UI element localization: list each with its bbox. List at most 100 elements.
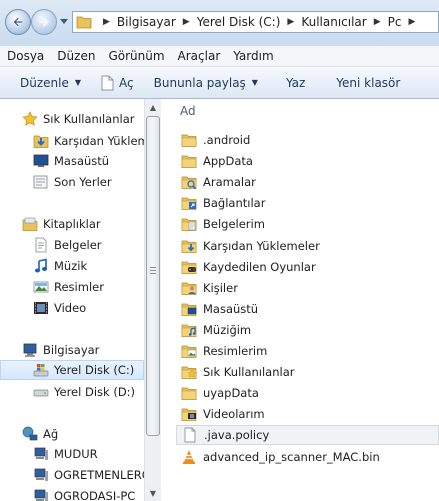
nav-item-documents[interactable]: Belgeler bbox=[0, 235, 144, 255]
file-list-item[interactable]: Aramalar bbox=[176, 172, 439, 192]
network-computer-icon bbox=[34, 489, 48, 501]
back-arrow-icon bbox=[12, 17, 24, 27]
pictures-icon bbox=[33, 281, 49, 293]
breadcrumb-user[interactable]: Pc bbox=[388, 15, 402, 29]
burn-button[interactable]: Yaz bbox=[286, 76, 305, 90]
column-header-label: Ad bbox=[180, 104, 196, 118]
forward-arrow-icon bbox=[38, 17, 50, 27]
libraries-icon bbox=[22, 217, 38, 231]
nav-item-music[interactable]: Müzik bbox=[0, 256, 144, 276]
nav-item-label: Karşıdan Yüklem bbox=[54, 134, 144, 148]
menu-edit[interactable]: Düzen bbox=[50, 49, 101, 63]
nav-item-label: Yerel Disk (C:) bbox=[54, 363, 135, 377]
nav-item-downloads[interactable]: Karşıdan Yüklem bbox=[0, 131, 144, 151]
file-list-item[interactable]: Bağlantılar bbox=[176, 193, 439, 213]
file-name: Kaydedilen Oyunlar bbox=[203, 259, 316, 274]
recent-places-icon bbox=[33, 175, 48, 189]
nav-libraries[interactable]: Kitaplıklar bbox=[0, 214, 144, 234]
file-list-item[interactable]: Müziğim bbox=[176, 320, 439, 340]
menu-file[interactable]: Dosya bbox=[0, 49, 50, 63]
scrollbar-thumb[interactable] bbox=[146, 116, 160, 436]
contacts-folder-icon bbox=[181, 282, 197, 295]
nav-item-pictures[interactable]: Resimler bbox=[0, 277, 144, 297]
open-label: Aç bbox=[119, 75, 134, 90]
computer-icon bbox=[23, 343, 37, 357]
network-globe-icon bbox=[22, 426, 38, 441]
nav-item-label: Müzik bbox=[54, 259, 88, 273]
nav-item-desktop[interactable]: Masaüstü bbox=[0, 151, 144, 171]
nav-libraries-label: Kitaplıklar bbox=[43, 217, 101, 231]
folder-icon bbox=[76, 16, 92, 29]
nav-favorites[interactable]: Sık Kullanılanlar bbox=[0, 109, 144, 129]
file-list-item[interactable]: advanced_ip_scanner_MAC.bin bbox=[176, 447, 439, 467]
nav-computer[interactable]: Bilgisayar bbox=[0, 340, 144, 360]
file-list-item[interactable]: Kaydedilen Oyunlar bbox=[176, 257, 439, 277]
downloads-icon bbox=[33, 135, 49, 148]
videos-folder-icon bbox=[181, 408, 197, 422]
file-name: Videolarım bbox=[203, 407, 265, 422]
pictures-folder-icon bbox=[181, 345, 197, 358]
back-button[interactable] bbox=[5, 9, 31, 35]
file-list-item[interactable]: Masaüstü bbox=[176, 299, 439, 319]
video-icon bbox=[34, 302, 48, 314]
folder-icon bbox=[181, 387, 197, 401]
share-button[interactable]: Bununla paylaş ▼ bbox=[154, 76, 258, 90]
breadcrumb-drive[interactable]: Yerel Disk (C:) bbox=[197, 15, 281, 29]
music-note-icon bbox=[35, 258, 47, 273]
file-list-item[interactable]: .java.policy bbox=[176, 425, 439, 446]
open-button[interactable]: Aç bbox=[101, 75, 134, 91]
scroll-up-arrow-icon[interactable]: ▲ bbox=[145, 99, 161, 115]
file-name: Karşıdan Yüklemeler bbox=[203, 238, 320, 253]
file-name: Bağlantılar bbox=[203, 196, 266, 211]
drive-icon bbox=[33, 389, 49, 397]
breadcrumb-separator[interactable]: ▶ bbox=[103, 17, 110, 27]
menu-tools[interactable]: Araçlar bbox=[171, 49, 227, 63]
breadcrumb-separator[interactable]: ▶ bbox=[183, 17, 190, 27]
nav-item-video[interactable]: Video bbox=[0, 298, 144, 318]
menu-view[interactable]: Görünüm bbox=[101, 49, 170, 63]
folder-icon bbox=[181, 134, 197, 147]
file-name: Kişiler bbox=[203, 280, 238, 295]
breadcrumb-computer[interactable]: Bilgisayar bbox=[117, 15, 176, 29]
file-list-item[interactable]: Belgelerim bbox=[176, 214, 439, 234]
share-label: Bununla paylaş bbox=[153, 75, 246, 90]
file-name: .android bbox=[203, 133, 251, 147]
breadcrumb-separator[interactable]: ▶ bbox=[374, 17, 381, 27]
nav-item-network-pc[interactable]: OGRETMENLERO bbox=[0, 465, 144, 485]
recent-pages-dropdown-icon[interactable] bbox=[60, 19, 68, 25]
organize-button[interactable]: Düzenle ▼ bbox=[20, 76, 81, 90]
file-list-item[interactable]: Karşıdan Yüklemeler bbox=[176, 236, 439, 256]
breadcrumb-separator[interactable]: ▶ bbox=[408, 17, 415, 27]
breadcrumb-separator[interactable]: ▶ bbox=[287, 17, 294, 27]
navigation-pane: Sık Kullanılanlar Karşıdan Yüklem Masaüs… bbox=[0, 99, 144, 501]
file-list-item[interactable]: .android bbox=[176, 130, 439, 150]
file-list-item[interactable]: uyapData bbox=[176, 383, 439, 403]
links-folder-icon bbox=[181, 197, 197, 211]
nav-network[interactable]: Ağ bbox=[0, 424, 144, 444]
file-list-item[interactable]: Kişiler bbox=[176, 278, 439, 298]
nav-item-local-disk-c[interactable]: Yerel Disk (C:) bbox=[0, 360, 144, 380]
file-list-item[interactable]: AppData bbox=[176, 151, 439, 171]
column-header-name[interactable]: Ad bbox=[161, 99, 439, 123]
saved-games-folder-icon bbox=[181, 261, 197, 274]
nav-item-local-disk-d[interactable]: Yerel Disk (D:) bbox=[0, 382, 144, 402]
navigation-scrollbar[interactable]: ▲ ▼ bbox=[144, 99, 161, 501]
scroll-down-arrow-icon[interactable]: ▼ bbox=[145, 485, 161, 501]
nav-favorites-label: Sık Kullanılanlar bbox=[43, 112, 135, 126]
nav-item-network-pc[interactable]: OGRODASI-PC bbox=[0, 486, 144, 501]
breadcrumb-users[interactable]: Kullanıcılar bbox=[301, 15, 366, 29]
nav-item-recent-places[interactable]: Son Yerler bbox=[0, 172, 144, 192]
file-name: uyapData bbox=[203, 386, 259, 401]
menu-help[interactable]: Yardım bbox=[226, 49, 279, 63]
file-list-item[interactable]: Videolarım bbox=[176, 404, 439, 424]
address-bar-area: ▶ Bilgisayar ▶ Yerel Disk (C:) ▶ Kullanı… bbox=[0, 0, 439, 46]
forward-button[interactable] bbox=[31, 9, 57, 35]
new-folder-button[interactable]: Yeni klasör bbox=[336, 76, 400, 90]
nav-item-label: MUDUR bbox=[54, 447, 98, 461]
vlc-cone-icon bbox=[183, 449, 195, 464]
nav-item-network-pc[interactable]: MUDUR bbox=[0, 444, 144, 464]
file-list-item[interactable]: Sık Kullanılanlar bbox=[176, 362, 439, 382]
file-name: Belgelerim bbox=[203, 217, 265, 232]
file-list-item[interactable]: Resimlerim bbox=[176, 341, 439, 361]
address-field[interactable]: ▶ Bilgisayar ▶ Yerel Disk (C:) ▶ Kullanı… bbox=[72, 11, 439, 33]
